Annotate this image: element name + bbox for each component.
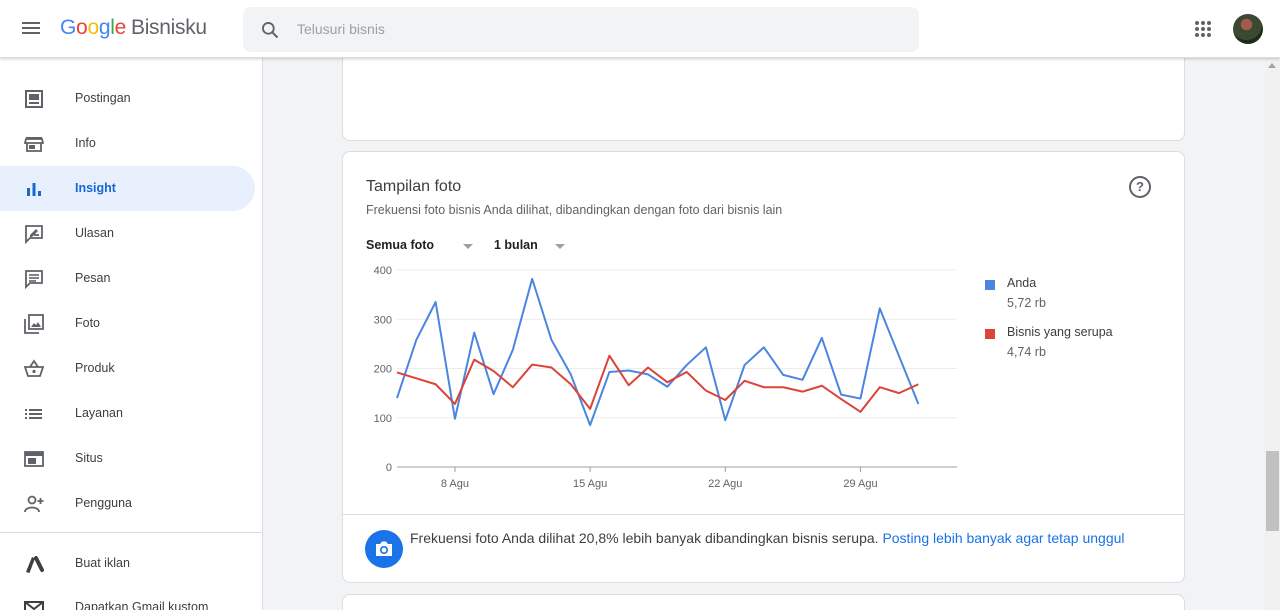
menu-icon[interactable] <box>22 19 44 39</box>
insight-summary: Frekuensi foto Anda dilihat 20,8% lebih … <box>410 530 1125 546</box>
insights-icon <box>27 183 41 196</box>
sidebar-divider <box>0 532 262 533</box>
message-icon <box>25 270 43 289</box>
sidebar-item-info[interactable]: Info <box>0 121 255 166</box>
apps-grid-icon[interactable] <box>1194 20 1212 38</box>
help-icon[interactable]: ? <box>1129 176 1151 198</box>
ads-icon <box>26 556 44 573</box>
website-icon <box>24 451 44 467</box>
list-icon <box>25 409 42 419</box>
x-tick-label: 15 Agu <box>573 478 607 490</box>
sidebar-item-buat-iklan[interactable]: Buat iklan <box>0 541 255 586</box>
photo-icon <box>24 314 44 334</box>
previous-insight-card <box>342 58 1185 141</box>
sidebar-item-situs[interactable]: Situs <box>0 436 255 481</box>
store-icon <box>24 137 44 152</box>
sidebar-item-pesan[interactable]: Pesan <box>0 256 255 301</box>
chevron-down-icon <box>463 244 473 249</box>
y-tick-label: 400 <box>374 265 392 277</box>
sidebar: Postingan Info Insight Ulasan Pesan Foto… <box>0 58 263 610</box>
x-tick-label: 29 Agu <box>843 478 877 490</box>
photo-views-chart: 0 100 200 300 400 8 Agu 15 Agu 22 Agu 29 Agu <box>374 265 957 490</box>
next-insight-card <box>342 594 1185 610</box>
mail-icon <box>24 601 44 610</box>
sidebar-item-gmail[interactable]: Dapatkan Gmail kustom <box>0 585 255 610</box>
top-app-bar: Google Bisnisku <box>0 0 1280 58</box>
sidebar-item-pengguna[interactable]: Pengguna <box>0 481 255 526</box>
scroll-thumb[interactable] <box>1266 451 1279 531</box>
series-line-bisnis-serupa <box>396 354 919 413</box>
google-my-business-logo[interactable]: Google Bisnisku <box>60 16 207 40</box>
card-subtitle: Frekuensi foto bisnis Anda dilihat, diba… <box>366 203 783 217</box>
period-filter-dropdown[interactable]: 1 bulan <box>494 238 565 252</box>
add-user-icon <box>24 495 44 513</box>
sidebar-item-layanan[interactable]: Layanan <box>0 391 255 436</box>
sidebar-item-foto[interactable]: Foto <box>0 301 255 346</box>
y-tick-label: 0 <box>386 462 392 474</box>
y-tick-label: 100 <box>374 413 392 425</box>
sidebar-item-produk[interactable]: Produk <box>0 346 255 391</box>
photo-filter-dropdown[interactable]: Semua foto <box>366 238 473 252</box>
post-more-link[interactable]: Posting lebih banyak agar tetap unggul <box>882 530 1124 546</box>
x-tick-label: 8 Agu <box>441 478 469 490</box>
avatar[interactable] <box>1233 14 1263 44</box>
review-icon <box>25 225 43 244</box>
photo-views-card: Tampilan foto Frekuensi foto bisnis Anda… <box>342 151 1185 583</box>
sidebar-item-postingan[interactable]: Postingan <box>0 76 255 121</box>
home-icon <box>24 58 44 64</box>
chevron-down-icon <box>555 244 565 249</box>
legend-swatch <box>985 280 995 290</box>
main-content: Tampilan foto Frekuensi foto bisnis Anda… <box>263 58 1265 610</box>
search-icon[interactable] <box>260 20 280 40</box>
search-input[interactable] <box>297 18 897 40</box>
scrollbar[interactable] <box>1265 58 1280 610</box>
card-footer: Frekuensi foto Anda dilihat 20,8% lebih … <box>343 514 1184 582</box>
sidebar-item-ulasan[interactable]: Ulasan <box>0 211 255 256</box>
basket-icon <box>24 359 44 377</box>
search-bar <box>243 7 919 52</box>
series-line-anda <box>396 277 920 427</box>
sidebar-item-insight[interactable]: Insight <box>0 166 255 211</box>
post-icon <box>25 90 43 108</box>
legend-swatch <box>985 329 995 339</box>
x-tick-label: 22 Agu <box>708 478 742 490</box>
camera-icon <box>365 530 403 568</box>
y-tick-label: 200 <box>374 364 392 376</box>
scroll-up-arrow[interactable] <box>1268 63 1276 68</box>
y-tick-label: 300 <box>374 314 392 326</box>
card-title: Tampilan foto <box>366 178 462 195</box>
product-name: Bisnisku <box>130 16 207 39</box>
